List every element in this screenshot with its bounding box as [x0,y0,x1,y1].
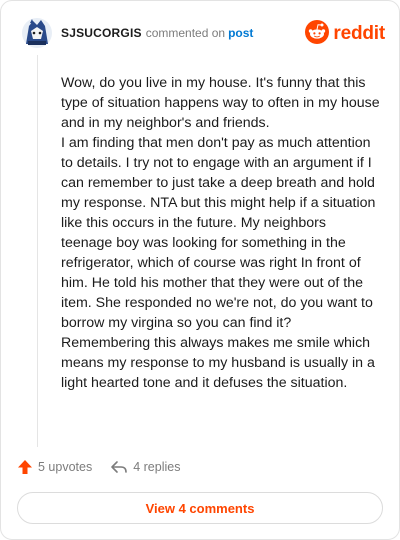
action-text: commented on [145,26,226,40]
replies-button[interactable]: 4 replies [110,459,180,475]
upvote-arrow-icon[interactable] [17,459,33,475]
comment-body: Wow, do you live in my house. It's funny… [61,73,381,393]
comment-footer: 5 upvotes 4 replies [17,457,317,477]
reddit-wordmark: reddit [333,23,385,44]
reply-arrow-icon [110,459,128,475]
comment-paragraph: I am finding that men don't pay as much … [61,135,376,391]
reddit-logo-icon [305,19,330,49]
thread-line [37,55,38,447]
username[interactable]: SJSUCORGIS [61,26,142,40]
avatar-icon[interactable] [21,17,53,49]
comment-paragraph: Wow, do you live in my house. It's funny… [61,75,380,131]
comment-card: SJSUCORGIS commented on post reddit Wow,… [0,0,400,540]
comment-header: SJSUCORGIS commented on post reddit [17,17,385,51]
reddit-brand[interactable]: reddit [305,19,385,49]
upvote-count: 5 upvotes [38,460,93,474]
comment-meta: SJSUCORGIS commented on post [61,26,253,40]
post-link[interactable]: post [228,26,253,40]
reply-count: 4 replies [133,460,181,474]
view-comments-button[interactable]: View 4 comments [17,492,383,524]
